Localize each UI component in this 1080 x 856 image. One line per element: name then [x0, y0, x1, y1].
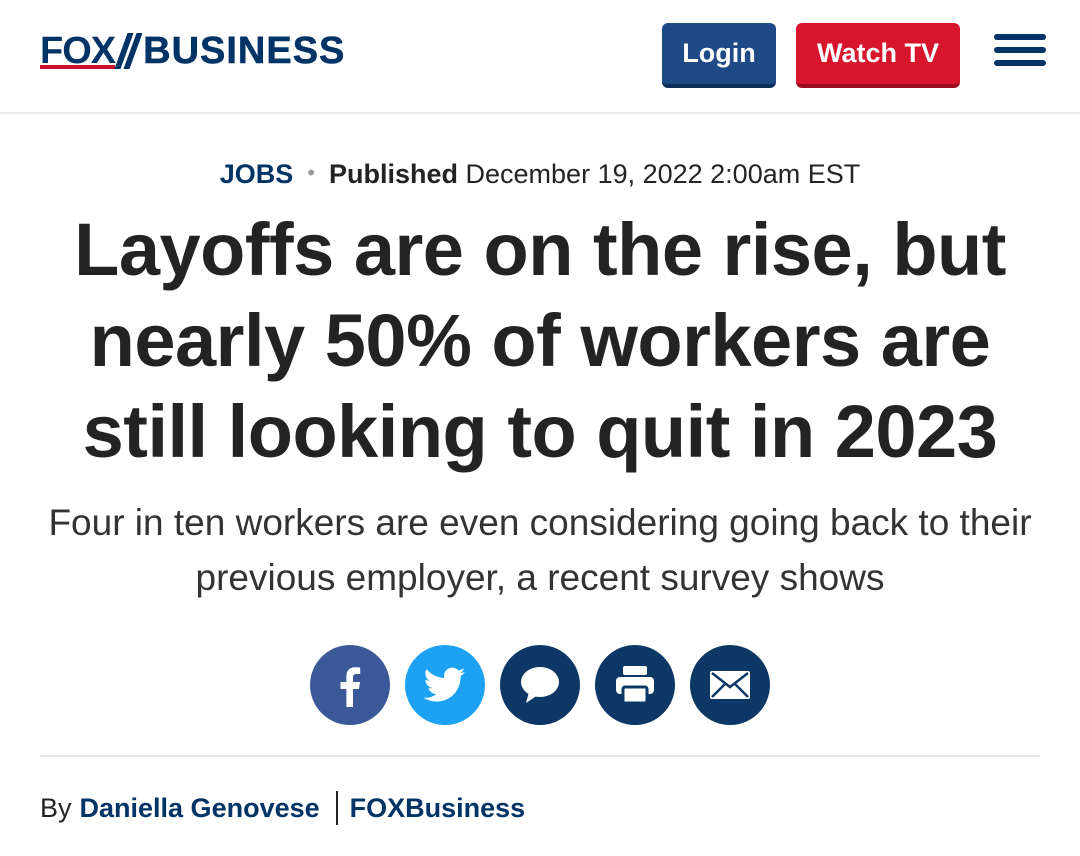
comment-icon	[521, 667, 559, 703]
site-header: FOX BUSINESS Login Watch TV	[0, 0, 1080, 114]
published-date: December 19, 2022 2:00am EST	[465, 159, 861, 189]
hamburger-menu-icon[interactable]	[994, 34, 1046, 68]
facebook-icon	[340, 667, 361, 707]
print-icon	[616, 666, 654, 705]
source-link[interactable]: FOXBusiness	[350, 793, 526, 824]
byline-divider	[40, 755, 1040, 757]
published-label: Published	[328, 159, 458, 189]
menu-bar-middle	[994, 47, 1046, 53]
menu-bar-bottom	[994, 60, 1046, 66]
menu-bar-top	[994, 34, 1046, 40]
article-headline: Layoffs are on the rise, but nearly 50% …	[74, 208, 1006, 473]
byline-separator	[335, 791, 338, 825]
byline: By Daniella Genovese FOXBusiness	[40, 786, 525, 830]
fox-business-logo[interactable]: FOX BUSINESS	[40, 31, 345, 71]
author-link[interactable]: Daniella Genovese	[80, 793, 320, 824]
comment-button[interactable]	[500, 645, 580, 725]
logo-fox-text: FOX	[40, 30, 116, 72]
share-bar	[310, 645, 770, 725]
logo-slash-mark	[117, 31, 139, 71]
watch-tv-button[interactable]: Watch TV	[796, 23, 960, 88]
meta-separator: •	[307, 160, 315, 185]
article-subheadline: Four in ten workers are even considering…	[48, 502, 1032, 598]
login-button[interactable]: Login	[662, 23, 776, 88]
twitter-icon	[424, 667, 466, 702]
facebook-share-button[interactable]	[310, 645, 390, 725]
category-link[interactable]: JOBS	[220, 159, 294, 189]
email-share-button[interactable]	[690, 645, 770, 725]
article-meta: JOBS • Published December 19, 2022 2:00am …	[0, 155, 1080, 195]
byline-by-label: By	[40, 792, 72, 823]
print-button[interactable]	[595, 645, 675, 725]
logo-business-text: BUSINESS	[143, 30, 346, 72]
email-icon	[710, 671, 750, 699]
twitter-share-button[interactable]	[405, 645, 485, 725]
